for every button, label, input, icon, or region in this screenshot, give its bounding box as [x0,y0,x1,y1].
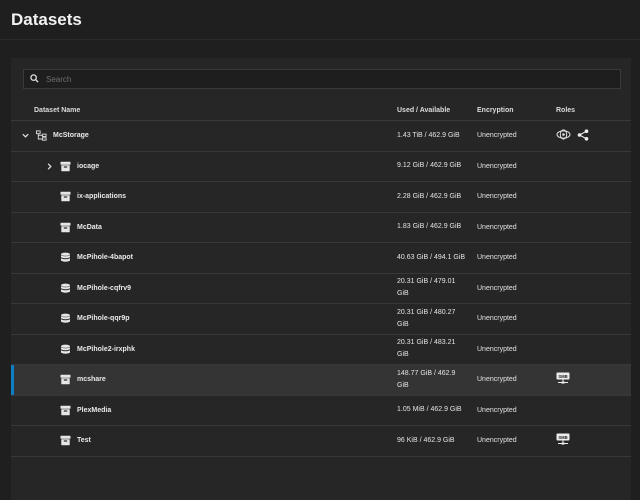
dataset-icon [60,161,71,172]
encryption-status: Unencrypted [477,345,517,353]
dataset-row[interactable]: McPihole2-irxphk 20.31 GiB / 483.21 GiB Un… [11,335,631,365]
expander-placeholder [44,283,54,293]
used-available: 20.31 GiB / 479.01 GiB [397,278,456,298]
zvol-icon [60,313,71,324]
encryption-status: Unencrypted [477,315,517,323]
used-available: 1.05 MiB / 462.9 GiB [397,406,462,414]
encryption-status: Unencrypted [477,437,517,445]
roles-cell: SMB [556,433,570,448]
used-available: 20.31 GiB / 483.21 GiB [397,339,456,359]
table-header: Dataset Name Used / Available Encryption… [11,100,631,121]
dataset-row[interactable]: Test 96 KiB / 462.9 GiB Unencrypted SMB [11,426,631,457]
smb-share-icon[interactable]: SMB [556,372,570,387]
dataset-name-cell: McPihole-qqr9p [44,304,130,334]
dataset-icon [60,374,71,385]
encryption-status: Unencrypted [477,376,517,384]
expander-placeholder [44,405,54,415]
used-available: 9.12 GiB / 462.9 GiB [397,162,462,170]
dataset-row[interactable]: McPihole-cqfrv9 20.31 GiB / 479.01 GiB Une… [11,274,631,304]
used-available: 40.63 GiB / 494.1 GiB [397,253,466,261]
datasets-panel: Dataset Name Used / Available Encryption… [11,58,631,500]
used-available: 148.77 GiB / 462.9 GiB [397,369,456,389]
pool-tree-icon [36,130,47,141]
dataset-name: iocage [77,162,100,170]
dataset-row[interactable]: PlexMedia 1.05 MiB / 462.9 GiB Unencrypted [11,396,631,426]
expander-placeholder [44,436,54,446]
dataset-icon [60,405,71,416]
expander-placeholder [44,314,54,324]
column-header-used[interactable]: Used / Available [397,107,450,114]
zvol-icon [60,252,71,263]
search-input[interactable] [46,74,606,84]
column-header-roles[interactable]: Roles [556,107,575,114]
dataset-name: McPihole-4bapot [77,254,134,262]
smb-share-icon[interactable]: SMB [556,433,570,448]
dataset-name-cell: iocage [44,152,99,182]
dataset-row[interactable]: mcshare 148.77 GiB / 462.9 GiB Unencrypted… [11,365,631,396]
used-available: 96 KiB / 462.9 GiB [397,436,455,444]
encryption-status: Unencrypted [477,406,517,414]
zvol-icon [60,344,71,355]
dataset-name-cell: McStorage [20,121,89,151]
dataset-name: McData [77,223,102,231]
svg-text:SMB: SMB [558,374,567,379]
selection-indicator [11,365,14,395]
zvol-icon [60,283,71,294]
used-available: 1.83 GiB / 462.9 GiB [397,223,462,231]
encryption-status: Unencrypted [477,254,517,262]
dataset-name: McPihole-qqr9p [77,315,130,323]
dataset-name: mcshare [77,376,106,384]
expander-placeholder [44,344,54,354]
dataset-name-cell: Test [44,426,91,456]
roles-cell: SMB [556,372,570,387]
column-header-encryption[interactable]: Encryption [477,107,514,114]
search-icon [30,70,39,88]
dataset-name-cell: McData [44,213,102,243]
dataset-name: McPihole-cqfrv9 [77,284,132,292]
dataset-name: Test [77,437,91,445]
roles-cell [556,129,589,143]
encryption-status: Unencrypted [477,162,517,170]
dataset-name: McStorage [53,132,89,140]
dataset-name-cell: McPihole2-irxphk [44,335,135,365]
chevron-down-icon[interactable] [20,131,30,141]
svg-text:SMB: SMB [558,435,567,440]
dataset-icon [60,191,71,202]
used-available: 20.31 GiB / 480.27 GiB [397,308,456,328]
expander-placeholder [44,222,54,232]
dataset-row[interactable]: iocage 9.12 GiB / 462.9 GiB Unencrypted [11,152,631,182]
expander-placeholder [44,253,54,263]
search-box[interactable] [23,69,621,89]
dataset-tree: McStorage 1.43 TiB / 462.9 GiB Unencrypted… [11,121,631,457]
share-icon[interactable] [577,129,589,143]
dataset-name-cell: McPihole-cqfrv9 [44,274,131,304]
column-header-name[interactable]: Dataset Name [34,107,80,114]
chevron-right-icon[interactable] [44,161,54,171]
dataset-name-cell: PlexMedia [44,396,111,426]
encryption-status: Unencrypted [477,284,517,292]
expander-placeholder [44,192,54,202]
dataset-row[interactable]: ix-applications 2.28 GiB / 462.9 GiB Unenc… [11,182,631,213]
dataset-name: McPihole2-irxphk [77,345,135,353]
dataset-name-cell: McPihole-4bapot [44,243,133,273]
expander-placeholder [44,375,54,385]
used-available: 2.28 GiB / 462.9 GiB [397,192,462,200]
dataset-row[interactable]: McPihole-qqr9p 20.31 GiB / 480.27 GiB Unen… [11,304,631,335]
used-available: 1.43 TiB / 462.9 GiB [397,131,460,139]
dataset-row[interactable]: McData 1.83 GiB / 462.9 GiB Unencrypted [11,213,631,243]
encryption-status: Unencrypted [477,132,517,140]
page-header: Datasets [0,0,640,40]
dataset-name: ix-applications [77,193,127,201]
page-title: Datasets [11,10,82,29]
dataset-icon [60,222,71,233]
apps-role-icon[interactable] [556,129,571,142]
dataset-row[interactable]: McPihole-4bapot 40.63 GiB / 494.1 GiB Unen… [11,243,631,274]
dataset-name: PlexMedia [77,406,112,414]
dataset-icon [60,435,71,446]
encryption-status: Unencrypted [477,193,517,201]
dataset-row[interactable]: McStorage 1.43 TiB / 462.9 GiB Unencrypted [11,121,631,152]
dataset-name-cell: ix-applications [44,182,126,212]
dataset-name-cell: mcshare [44,365,106,395]
encryption-status: Unencrypted [477,223,517,231]
